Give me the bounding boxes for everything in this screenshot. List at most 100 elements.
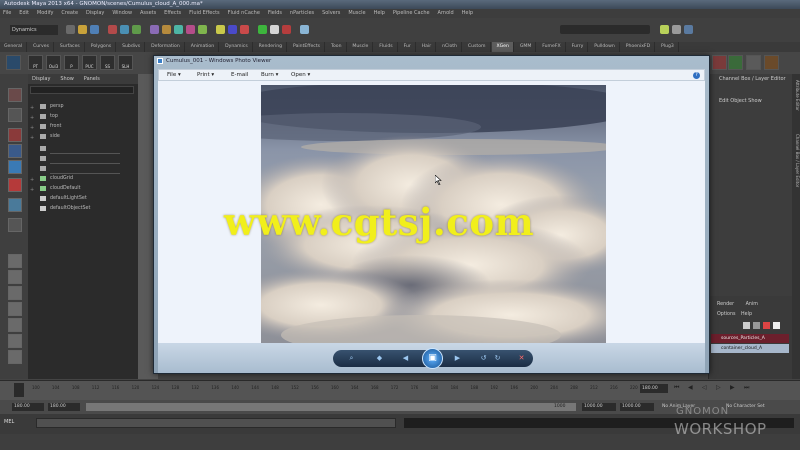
step-back-icon[interactable]: ◀ <box>688 384 693 391</box>
rotate-left-icon[interactable]: ↺ <box>479 354 488 363</box>
outliner-filter-input[interactable] <box>30 86 134 94</box>
previous-icon[interactable]: ◀ <box>401 354 410 363</box>
menu-nparticles[interactable]: nParticles <box>290 9 314 18</box>
shelf-button-slh[interactable]: SLH <box>118 55 133 70</box>
shelf-tab-fur[interactable]: Fur <box>400 42 416 52</box>
shelf-menu-icon[interactable] <box>6 55 21 70</box>
menu-pipeline-cache[interactable]: Pipeline Cache <box>393 9 430 18</box>
outliner-item-default-object-set[interactable]: defaultObjectSet <box>40 204 90 213</box>
end-time-field[interactable]: 1000.00 <box>620 403 654 411</box>
shelf-button-puc[interactable]: PUC <box>82 55 97 70</box>
shelf-tab-curves[interactable]: Curves <box>29 42 54 52</box>
side-tab-attribute-editor[interactable]: Attribute Editor <box>793 80 800 111</box>
menu-modify[interactable]: Modify <box>37 9 54 18</box>
next-icon[interactable]: ▶ <box>453 354 462 363</box>
shelf-tab-muscle[interactable]: Muscle <box>348 42 374 52</box>
snap-grid-icon[interactable] <box>216 25 225 34</box>
pv-menu-print[interactable]: Print ▾ <box>197 70 214 81</box>
new-layer-selected-icon[interactable] <box>753 322 760 329</box>
outliner-item-side[interactable]: + side <box>30 132 60 141</box>
step-forward-icon[interactable]: ▶ <box>730 384 735 391</box>
playback-start-field[interactable]: 180.00 <box>48 403 80 411</box>
outliner-menu-show[interactable]: Show <box>60 74 74 84</box>
select-component-icon[interactable] <box>132 25 141 34</box>
mask-surface-icon[interactable] <box>186 25 195 34</box>
shelf-tab-painteffects[interactable]: PaintEffects <box>289 42 326 52</box>
layer-row-container[interactable]: container_cloud_A <box>711 344 789 353</box>
shelf-button-p[interactable]: P <box>64 55 79 70</box>
menu-assets[interactable]: Assets <box>140 9 156 18</box>
channel-menu-edit[interactable]: Edit <box>719 98 729 104</box>
channel-menu-show[interactable]: Show <box>748 98 762 104</box>
mask-curve-icon[interactable] <box>174 25 183 34</box>
menu-fluid-effects[interactable]: Fluid Effects <box>189 9 220 18</box>
layout-graph-icon[interactable] <box>8 318 22 332</box>
layout-four-icon[interactable] <box>8 270 22 284</box>
shelf-tab-ncloth[interactable]: nCloth <box>438 42 462 52</box>
expand-icon[interactable]: + <box>30 176 34 185</box>
menu-solvers[interactable]: Solvers <box>322 9 340 18</box>
play-back-icon[interactable]: ◁ <box>702 384 707 391</box>
expand-icon[interactable]: + <box>30 134 34 143</box>
shelf-tab-phoenixfd[interactable]: PhoenixFD <box>622 42 656 52</box>
help-icon[interactable]: ? <box>693 72 700 79</box>
quick-select-field[interactable] <box>560 25 650 34</box>
attribute-editor-toggle-icon[interactable] <box>660 25 669 34</box>
shelf-tab-hair[interactable]: Hair <box>418 42 437 52</box>
tool-settings-toggle-icon[interactable] <box>672 25 681 34</box>
menu-help-1[interactable]: Help <box>374 9 385 18</box>
render-layer-icon[interactable] <box>763 322 770 329</box>
shelf-tab-dynamics[interactable]: Dynamics <box>221 42 253 52</box>
pv-menu-email[interactable]: E-mail <box>231 70 248 81</box>
shelf-tab-xgen[interactable]: XGen <box>492 42 514 52</box>
menu-edit[interactable]: Edit <box>19 9 29 18</box>
layer-menu-options[interactable]: Options <box>717 312 736 317</box>
menu-window[interactable]: Window <box>112 9 132 18</box>
command-input[interactable] <box>36 418 396 428</box>
shelf-tab-custom[interactable]: Custom <box>464 42 491 52</box>
menu-create[interactable]: Create <box>61 9 78 18</box>
snap-curve-icon[interactable] <box>228 25 237 34</box>
menu-fluid-ncache[interactable]: Fluid nCache <box>228 9 260 18</box>
time-slider[interactable]: 100 104 108 112 116 120 124 128 132 136 140 144 148 1… <box>0 380 800 401</box>
shelf-button-brown-icon[interactable] <box>764 55 779 70</box>
shelf-tab-animation[interactable]: Animation <box>187 42 220 52</box>
menu-effects[interactable]: Effects <box>164 9 181 18</box>
shelf-tab-polygons[interactable]: Polygons <box>87 42 117 52</box>
layout-custom-icon[interactable] <box>8 350 22 364</box>
zoom-icon[interactable]: ⌕ <box>347 354 356 363</box>
outliner-item-default-light-set[interactable]: defaultLightSet <box>40 194 87 203</box>
mask-joint-icon[interactable] <box>162 25 171 34</box>
current-frame-field[interactable]: 180.00 <box>640 384 668 393</box>
new-layer-icon[interactable] <box>743 322 750 329</box>
outliner-menu-display[interactable]: Display <box>32 74 50 84</box>
outliner-menu-panels[interactable]: Panels <box>84 74 100 84</box>
outliner-item-cloud-grid[interactable]: + cloudGrid <box>30 174 73 183</box>
menu-arnold[interactable]: Arnold <box>438 9 454 18</box>
pv-menu-burn[interactable]: Burn ▾ <box>261 70 278 81</box>
select-hierarchy-icon[interactable] <box>108 25 117 34</box>
menu-display[interactable]: Display <box>86 9 104 18</box>
select-tool-icon[interactable] <box>8 88 22 102</box>
expand-icon[interactable]: + <box>30 124 34 133</box>
outliner-item-4[interactable] <box>40 144 120 154</box>
shelf-tab-gmm[interactable]: GMM <box>516 42 537 52</box>
slideshow-button[interactable]: ▣ <box>422 348 443 369</box>
layout-hypershade-icon[interactable] <box>8 334 22 348</box>
outliner-item-front[interactable]: + front <box>30 122 61 131</box>
move-tool-icon[interactable] <box>8 144 22 158</box>
start-time-field[interactable]: 180.00 <box>12 403 44 411</box>
shelf-tab-pulldown[interactable]: Pulldown <box>590 42 620 52</box>
layer-settings-icon[interactable] <box>773 322 780 329</box>
play-forward-icon[interactable]: ▷ <box>716 384 721 391</box>
go-to-start-icon[interactable]: ⏮ <box>674 384 679 392</box>
open-scene-icon[interactable] <box>78 25 87 34</box>
last-tool-icon[interactable] <box>8 218 22 232</box>
snap-point-icon[interactable] <box>240 25 249 34</box>
menu-muscle[interactable]: Muscle <box>348 9 365 18</box>
shelf-tab-surfaces[interactable]: Surfaces <box>56 42 85 52</box>
manipulator-tool-icon[interactable] <box>8 198 22 212</box>
photo-viewer-title-bar[interactable]: Cumulus_001 - Windows Photo Viewer <box>154 56 709 66</box>
menu-help-2[interactable]: Help <box>462 9 473 18</box>
shelf-button-pt[interactable]: PT <box>28 55 43 70</box>
